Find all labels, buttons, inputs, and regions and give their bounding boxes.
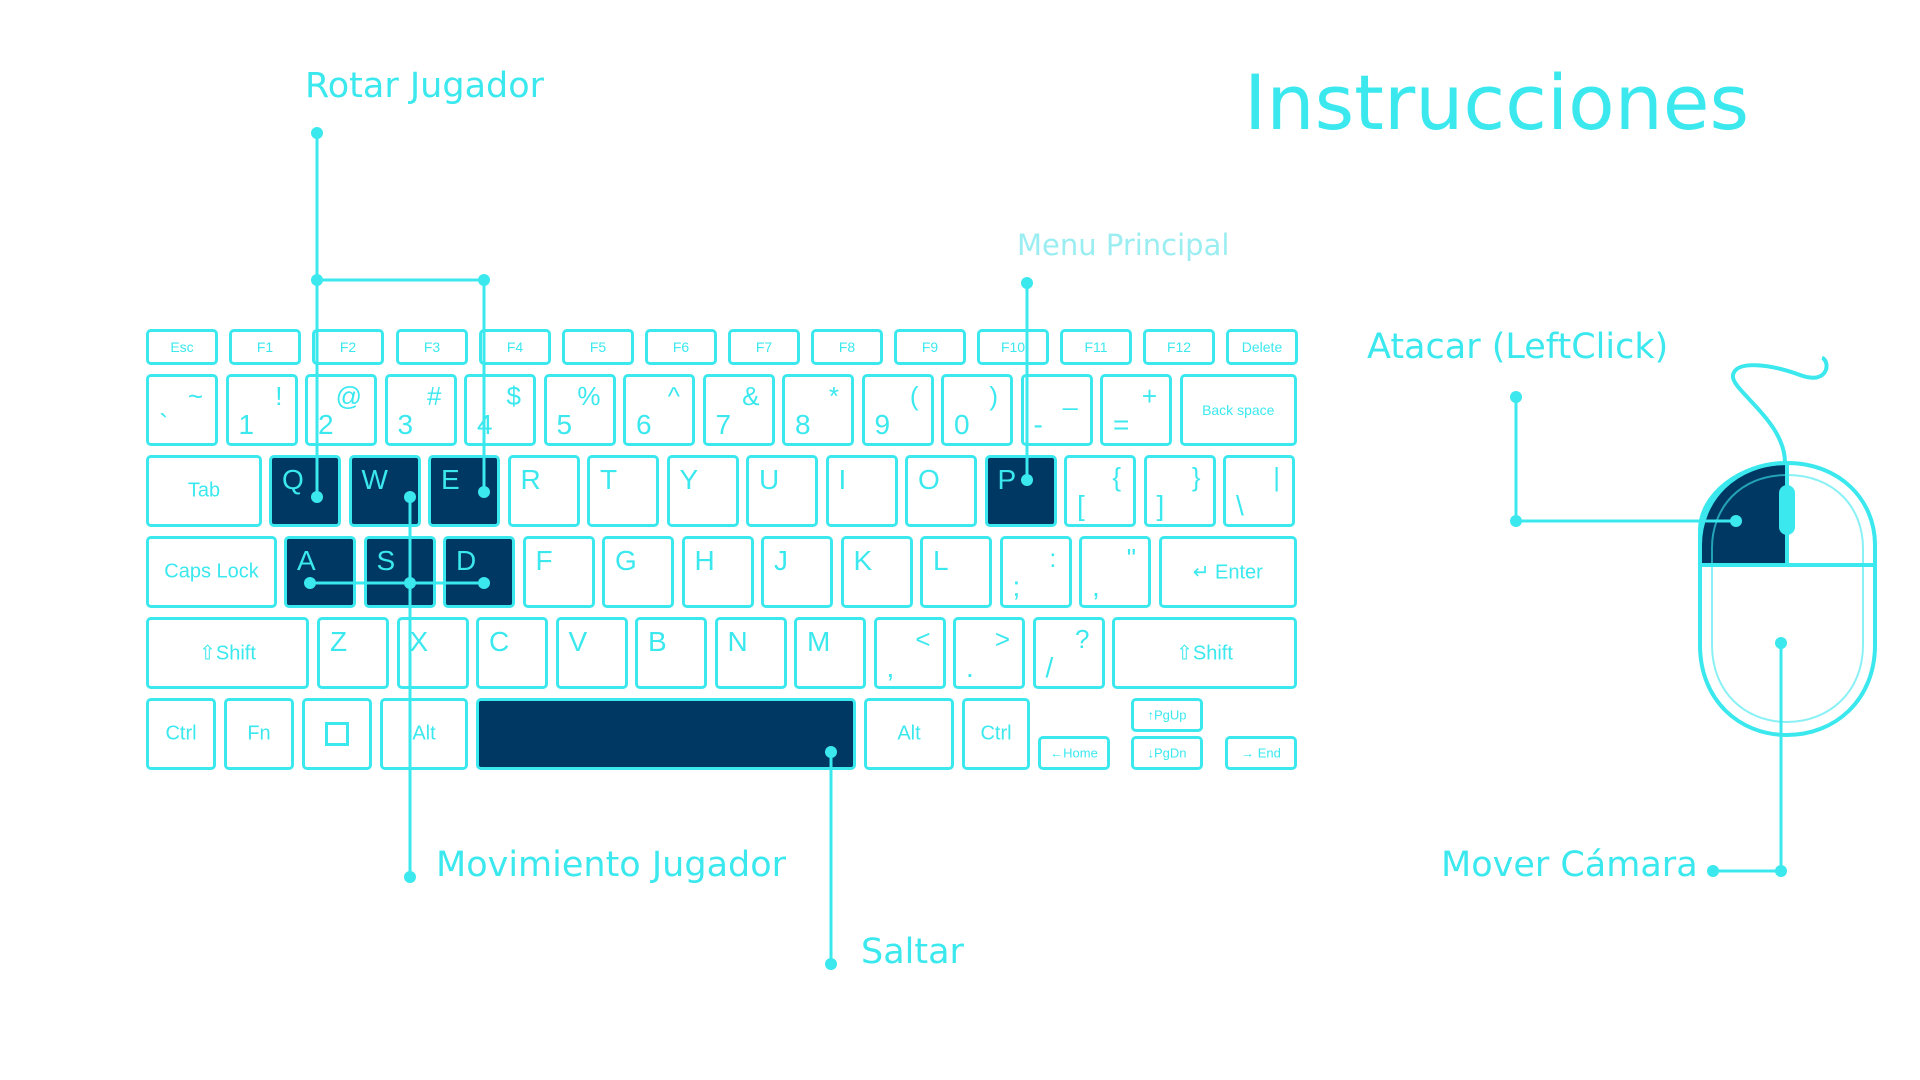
label-rotar-jugador: Rotar Jugador: [305, 66, 545, 106]
instructions-screen: Instrucciones Esc F1 F2 F3 F4 F5 F6 F7 F8 F9 F10 F1…: [0, 0, 1920, 1080]
mouse-left-button: [1698, 460, 1789, 567]
mouse-wheel: [1779, 485, 1795, 535]
label-menu-principal: Menu Principal: [1017, 228, 1230, 262]
label-movimiento-jugador: Movimiento Jugador: [436, 845, 787, 885]
label-saltar: Saltar: [861, 932, 964, 972]
mouse-icon: [1698, 356, 1877, 738]
mouse-cable: [1731, 356, 1829, 464]
label-mover-camara: Mover Cámara: [1441, 845, 1698, 885]
label-atacar: Atacar (LeftClick): [1367, 327, 1669, 367]
